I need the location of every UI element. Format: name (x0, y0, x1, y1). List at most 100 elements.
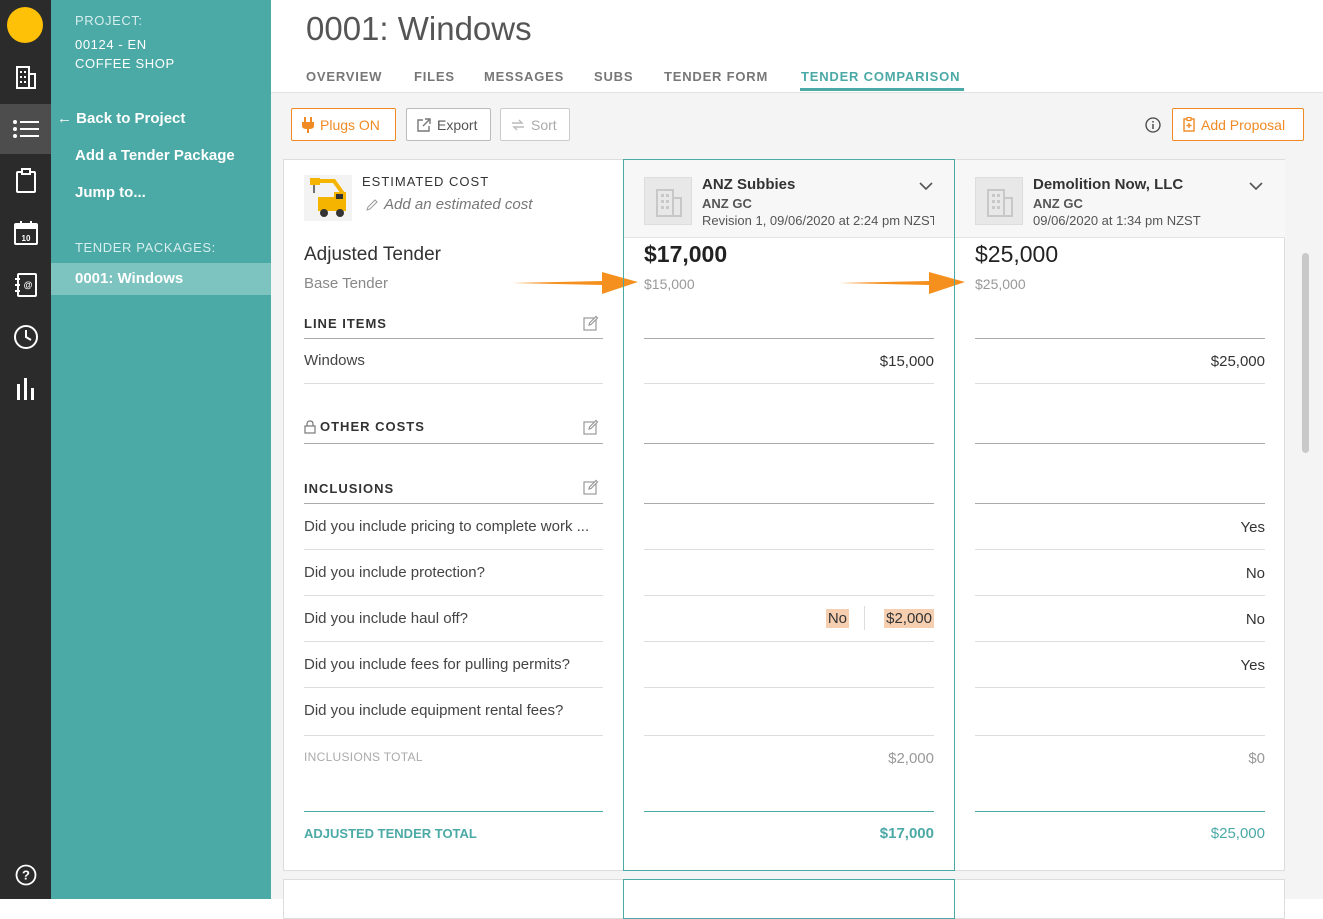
adjusted-tender-label: Adjusted Tender (304, 244, 441, 265)
calendar-icon[interactable]: 10 (0, 208, 51, 258)
bidder-name: ANZ Subbies (702, 176, 796, 193)
lock-icon (304, 419, 316, 434)
divider (975, 443, 1265, 444)
building-icon[interactable] (0, 52, 51, 102)
divider (304, 549, 603, 550)
edit-icon[interactable] (583, 419, 599, 440)
divider (975, 595, 1265, 596)
page-header: 0001: Windows OVERVIEW FILES MESSAGES SU… (271, 0, 1323, 93)
divider (975, 338, 1265, 339)
active-tab-indicator (800, 88, 964, 91)
divider (975, 687, 1265, 688)
bidder-header-1[interactable]: ANZ Subbies ANZ GC Revision 1, 09/06/202… (624, 160, 955, 238)
divider (644, 443, 934, 444)
inclusions-label: INCLUSIONS (304, 481, 395, 496)
export-button[interactable]: Export (406, 108, 491, 141)
add-tender-package-link[interactable]: Add a Tender Package (75, 147, 235, 164)
adjusted-tender-value: $17,000 (644, 241, 728, 267)
tender-packages-label: TENDER PACKAGES: (75, 240, 216, 255)
pencil-icon (366, 198, 378, 211)
tab-overview[interactable]: OVERVIEW (306, 69, 382, 84)
divider (304, 338, 603, 339)
bidder-header-2[interactable]: Demolition Now, LLC ANZ GC 09/06/2020 at… (955, 160, 1285, 238)
inclusion-answer: No (1245, 611, 1265, 628)
divider (975, 549, 1265, 550)
divider (975, 641, 1265, 642)
divider (644, 687, 934, 688)
inclusion-question: Did you include equipment rental fees? (304, 702, 564, 719)
chevron-down-icon[interactable] (1249, 178, 1263, 196)
divider (975, 503, 1265, 504)
tab-tender-form[interactable]: TENDER FORM (664, 69, 768, 84)
comparison-table: ESTIMATED COST Add an estimated cost ANZ… (283, 159, 1285, 871)
back-label: Back to Project (76, 110, 186, 127)
divider (644, 735, 934, 736)
chart-icon[interactable] (0, 364, 51, 414)
bidder-gc: ANZ GC (1033, 196, 1083, 211)
amount-highlight: $2,000 (884, 609, 934, 628)
divider (644, 811, 934, 812)
export-label: Export (437, 116, 478, 133)
divider (644, 641, 934, 642)
project-name-line1: 00124 - EN (75, 37, 147, 52)
divider (975, 735, 1265, 736)
plugs-button[interactable]: Plugs ON (291, 108, 396, 141)
inclusions-total-value: $0 (1248, 750, 1265, 767)
inclusions-total-value: $2,000 (888, 750, 934, 767)
jump-to-link[interactable]: Jump to... (75, 184, 146, 201)
icon-rail: 10 @ ? (0, 0, 51, 899)
other-costs-section: OTHER COSTS (304, 419, 425, 434)
add-estimate-field[interactable]: Add an estimated cost (366, 196, 532, 213)
list-icon[interactable] (0, 104, 51, 154)
divider (304, 383, 603, 384)
selected-column-outline (623, 879, 955, 919)
clock-icon[interactable] (0, 312, 51, 362)
sort-button[interactable]: Sort (500, 108, 570, 141)
inclusion-amount: $2,000 (874, 609, 934, 628)
contacts-icon[interactable]: @ (0, 260, 51, 310)
divider (304, 595, 603, 596)
svg-text:@: @ (23, 280, 32, 290)
info-icon[interactable] (1145, 117, 1161, 138)
back-to-project-link[interactable]: ← Back to Project (57, 110, 185, 127)
logo[interactable] (7, 7, 43, 43)
divider (644, 383, 934, 384)
clipboard-icon[interactable] (0, 156, 51, 206)
inclusion-answer: Yes (1240, 657, 1265, 674)
divider (975, 811, 1265, 812)
divider (304, 503, 603, 504)
adjusted-tender-total-label: ADJUSTED TENDER TOTAL (304, 826, 477, 841)
arrow-left-icon: ← (57, 110, 77, 127)
sidebar-item-package[interactable]: 0001: Windows (75, 270, 183, 287)
windows-value: $25,000 (1210, 353, 1265, 370)
tab-subs[interactable]: SUBS (594, 69, 633, 84)
arrow-annotation-icon (839, 272, 965, 294)
adjusted-total-value: $17,000 (879, 825, 934, 842)
divider (304, 443, 603, 444)
svg-text:?: ? (22, 868, 30, 883)
arrow-annotation-icon (512, 272, 638, 294)
answer-highlight: No (825, 609, 849, 628)
edit-icon[interactable] (583, 315, 599, 336)
scrollbar[interactable] (1302, 253, 1309, 453)
inclusion-answer: No (824, 609, 849, 628)
add-proposal-button[interactable]: Add Proposal (1172, 108, 1304, 141)
divider (304, 687, 603, 688)
other-costs-label: OTHER COSTS (320, 419, 425, 434)
help-icon[interactable]: ? (0, 850, 51, 900)
divider (644, 549, 934, 550)
add-proposal-label: Add Proposal (1201, 116, 1286, 133)
divider (864, 606, 865, 630)
tab-files[interactable]: FILES (414, 69, 455, 84)
adjusted-tender-value: $25,000 (975, 241, 1059, 267)
windows-label: Windows (304, 352, 365, 369)
base-tender-value: $15,000 (644, 276, 695, 292)
edit-icon[interactable] (583, 479, 599, 500)
bidder-name: Demolition Now, LLC (1033, 176, 1184, 193)
tab-tender-comparison[interactable]: TENDER COMPARISON (801, 69, 960, 84)
windows-value: $15,000 (879, 353, 934, 370)
divider (644, 338, 934, 339)
chevron-down-icon[interactable] (919, 178, 933, 196)
tab-messages[interactable]: MESSAGES (484, 69, 564, 84)
inclusion-question: Did you include fees for pulling permits… (304, 656, 570, 673)
